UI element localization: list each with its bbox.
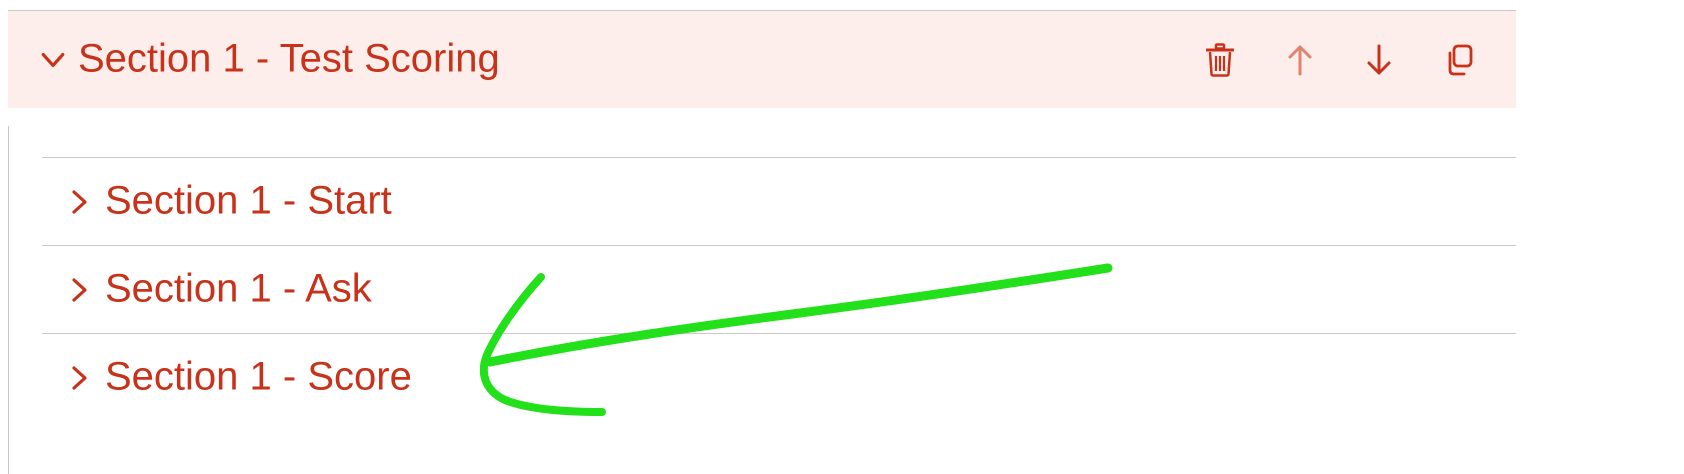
chevron-right-icon[interactable] xyxy=(66,276,94,304)
subsection-label[interactable]: Section 1 - Score xyxy=(105,354,412,399)
section-header[interactable]: Section 1 - Test Scoring xyxy=(8,11,1516,108)
arrow-down-icon[interactable] xyxy=(1359,40,1399,80)
page: Section 1 - Test Scoring Section 1 - Sta… xyxy=(0,0,1684,474)
copy-icon[interactable] xyxy=(1439,40,1479,80)
chevron-right-icon[interactable] xyxy=(66,188,94,216)
trash-icon[interactable] xyxy=(1200,40,1240,80)
subsection-item-score[interactable]: Section 1 - Score xyxy=(42,333,1516,421)
nesting-rule xyxy=(8,126,9,474)
subsection-list: Section 1 - Start Section 1 - Ask Sectio… xyxy=(42,157,1516,421)
arrow-up-icon[interactable] xyxy=(1280,40,1320,80)
chevron-right-icon[interactable] xyxy=(66,364,94,392)
chevron-down-icon[interactable] xyxy=(38,45,68,75)
subsection-label[interactable]: Section 1 - Ask xyxy=(105,266,372,311)
subsection-item-ask[interactable]: Section 1 - Ask xyxy=(42,245,1516,333)
subsection-label[interactable]: Section 1 - Start xyxy=(105,178,392,223)
section-title[interactable]: Section 1 - Test Scoring xyxy=(78,36,500,81)
subsection-item-start[interactable]: Section 1 - Start xyxy=(42,157,1516,245)
